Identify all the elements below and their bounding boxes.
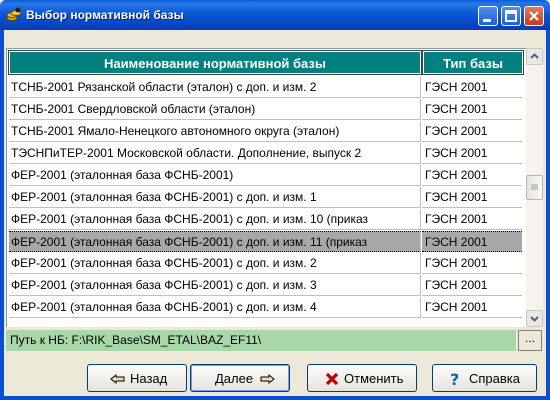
chevron-up-icon	[530, 53, 539, 59]
scroll-down-button[interactable]	[526, 310, 543, 327]
table-row[interactable]: ФЕР-2001 (эталонная база ФСНБ-2001) с до…	[9, 209, 525, 231]
cell-base-type: ГЭСН 2001	[422, 275, 522, 296]
column-header-type[interactable]: Тип базы	[422, 50, 524, 75]
database-grid[interactable]: Наименование нормативной базы Тип базы Т…	[6, 48, 526, 327]
cell-base-type: ГЭСН 2001	[422, 143, 522, 164]
table-row[interactable]: ТЭСНПиТЕР-2001 Московской области. Допол…	[9, 143, 525, 165]
cell-base-name: ФЕР-2001 (эталонная база ФСНБ-2001) с до…	[9, 275, 421, 296]
cell-base-name: ФЕР-2001 (эталонная база ФСНБ-2001) с до…	[9, 253, 421, 274]
cell-base-type: ГЭСН 2001	[422, 187, 522, 208]
window-frame-right	[546, 30, 550, 400]
database-coins-icon	[6, 7, 22, 21]
maximize-icon	[505, 10, 517, 22]
next-button[interactable]: Далее	[190, 364, 290, 392]
cell-base-name: ФЕР-2001 (эталонная база ФСНБ-2001) с до…	[9, 231, 421, 252]
window-title: Выбор нормативной базы	[26, 8, 184, 22]
minimize-button[interactable]	[478, 6, 498, 26]
scroll-up-button[interactable]	[526, 48, 543, 65]
cell-base-type: ГЭСН 2001	[422, 165, 522, 186]
cancel-button[interactable]: Отменить	[307, 364, 417, 392]
cell-base-type: ГЭСН 2001	[422, 209, 522, 230]
vertical-scrollbar[interactable]	[526, 48, 543, 327]
grip-icon	[531, 184, 538, 190]
question-mark-icon: ?	[450, 371, 459, 387]
hand-left-icon	[110, 373, 125, 385]
red-x-icon	[325, 372, 339, 386]
help-button-label: Справка	[469, 371, 520, 386]
table-row[interactable]: ФЕР-2001 (эталонная база ФСНБ-2001) с до…	[9, 297, 525, 319]
minimize-icon	[483, 19, 491, 22]
cell-base-name: ФЕР-2001 (эталонная база ФСНБ-2001) с до…	[9, 209, 421, 230]
cell-base-type: ГЭСН 2001	[422, 121, 522, 142]
window-frame-bottom	[0, 396, 550, 400]
cell-base-name: ТСНБ-2001 Свердловской области (эталон)	[9, 99, 421, 120]
cell-base-type: ГЭСН 2001	[422, 231, 522, 252]
cell-base-type: ГЭСН 2001	[422, 77, 522, 98]
cell-base-name: ТСНБ-2001 Рязанской области (эталон) с д…	[9, 77, 421, 98]
cell-base-name: ФЕР-2001 (эталонная база ФСНБ-2001) с до…	[9, 297, 421, 318]
help-button[interactable]: ? Справка	[432, 364, 537, 392]
back-button-label: Назад	[130, 371, 168, 386]
cell-base-type: ГЭСН 2001	[422, 297, 522, 318]
window-frame-left	[0, 30, 4, 400]
table-row[interactable]: ФЕР-2001 (эталонная база ФСНБ-2001) с до…	[9, 253, 525, 275]
chevron-down-icon	[530, 316, 539, 322]
title-bar: Выбор нормативной базы	[0, 0, 550, 30]
table-row[interactable]: ФЕР-2001 (эталонная база ФСНБ-2001) с до…	[9, 231, 525, 253]
database-path: Путь к НБ: F:\RIK_Base\SM_ETAL\BAZ_EF11\	[6, 330, 516, 351]
back-button[interactable]: Назад	[87, 364, 187, 392]
svg-text:?: ?	[450, 371, 459, 387]
cell-base-type: ГЭСН 2001	[422, 253, 522, 274]
grid-rows: ТСНБ-2001 Рязанской области (эталон) с д…	[9, 77, 525, 319]
table-row[interactable]: ФЕР-2001 (эталонная база ФСНБ-2001) с до…	[9, 275, 525, 297]
browse-button[interactable]: ...	[518, 330, 542, 351]
cell-base-name: ФЕР-2001 (эталонная база ФСНБ-2001)	[9, 165, 421, 186]
scroll-thumb[interactable]	[526, 175, 543, 200]
cell-base-type: ГЭСН 2001	[422, 99, 522, 120]
cell-base-name: ТЭСНПиТЕР-2001 Московской области. Допол…	[9, 143, 421, 164]
grid-header: Наименование нормативной базы Тип базы	[8, 50, 525, 75]
table-row[interactable]: ТСНБ-2001 Рязанской области (эталон) с д…	[9, 77, 525, 99]
table-row[interactable]: ТСНБ-2001 Свердловской области (эталон) Г…	[9, 99, 525, 121]
cancel-button-label: Отменить	[344, 371, 404, 386]
table-row[interactable]: ТСНБ-2001 Ямало-Ненецкого автономного ок…	[9, 121, 525, 143]
hand-right-icon	[260, 373, 275, 385]
cell-base-name: ТСНБ-2001 Ямало-Ненецкого автономного ок…	[9, 121, 421, 142]
table-row[interactable]: ФЕР-2001 (эталонная база ФСНБ-2001) с до…	[9, 187, 525, 209]
table-row[interactable]: ФЕР-2001 (эталонная база ФСНБ-2001) ГЭСН …	[9, 165, 525, 187]
next-button-label: Далее	[215, 371, 254, 386]
column-header-name[interactable]: Наименование нормативной базы	[8, 50, 422, 75]
close-button[interactable]	[524, 6, 544, 26]
maximize-button[interactable]	[501, 6, 521, 26]
cell-base-name: ФЕР-2001 (эталонная база ФСНБ-2001) с до…	[9, 187, 421, 208]
close-icon	[529, 11, 539, 21]
